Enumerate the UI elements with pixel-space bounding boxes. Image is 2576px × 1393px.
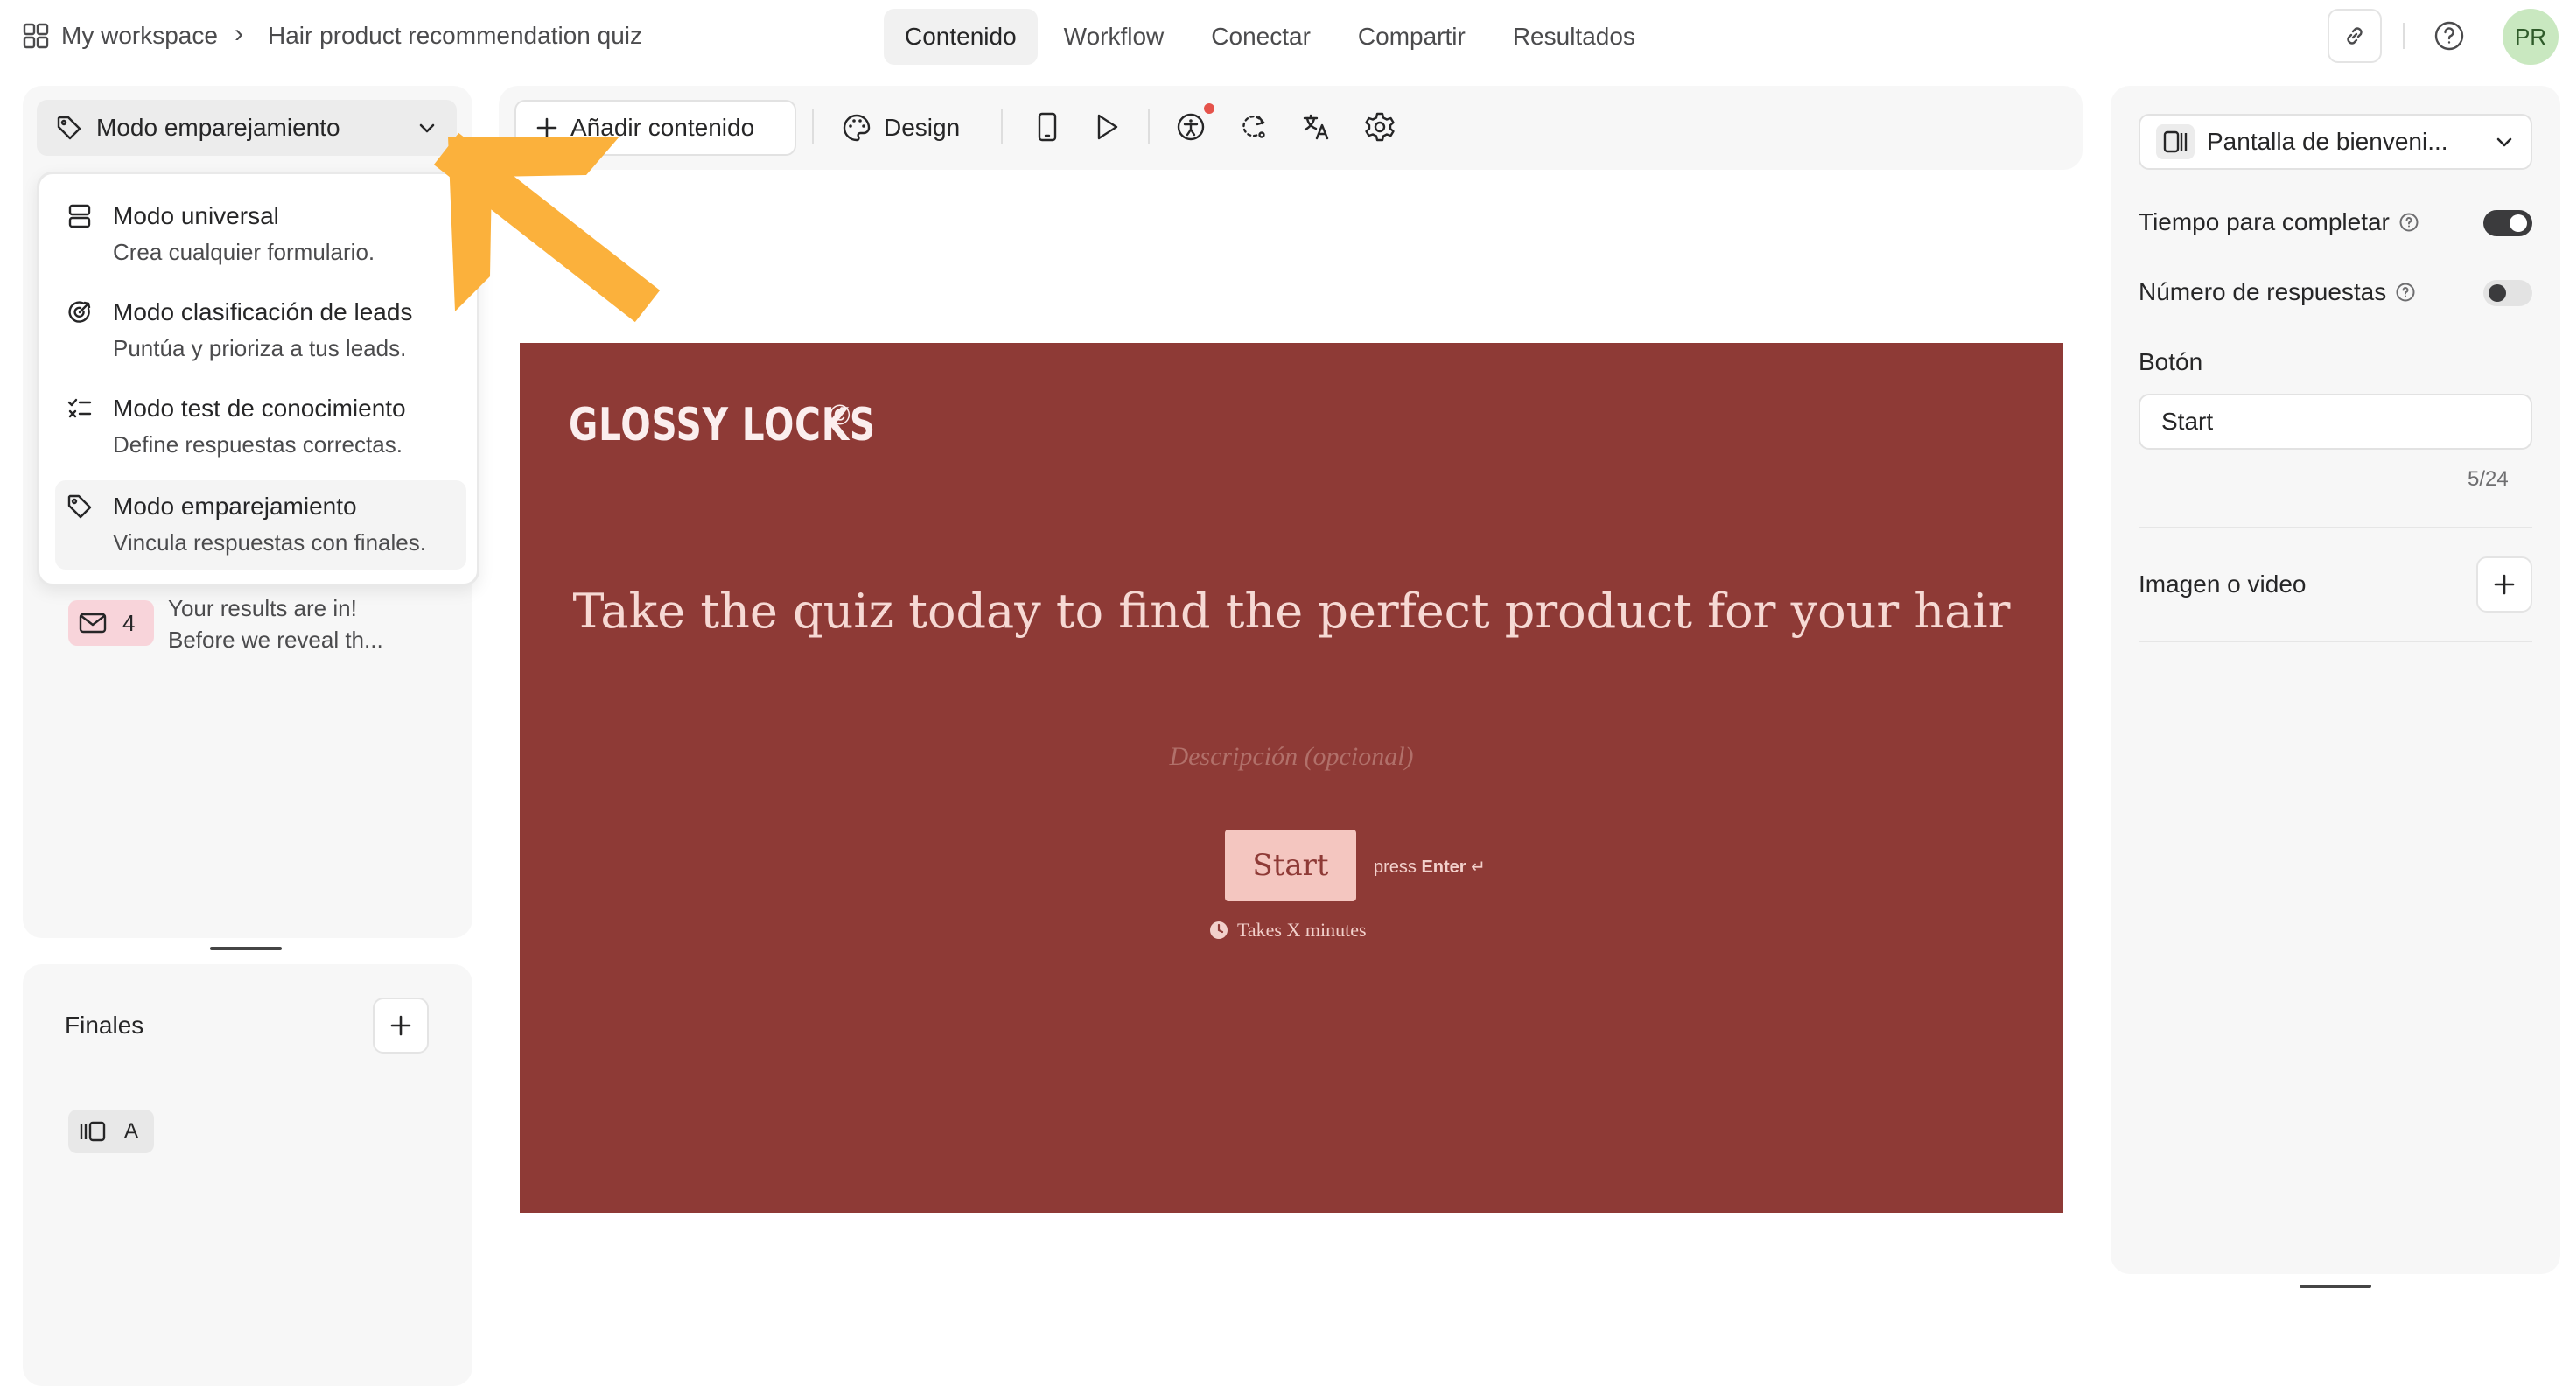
tab-resultados[interactable]: Resultados (1492, 9, 1656, 65)
mode-selector[interactable]: Modo emparejamiento (37, 100, 457, 156)
welcome-screen-preview[interactable] (520, 343, 2063, 1213)
screen-type-label: Pantalla de bienveni... (2207, 128, 2448, 155)
mode-option-subtitle: Puntúa y prioriza a tus leads. (113, 335, 407, 361)
time-to-complete-label: Tiempo para completar (2138, 208, 2390, 235)
press-enter-hint: press Enter ↵ (1374, 858, 1486, 877)
chevron-down-icon (2494, 131, 2515, 152)
mode-option-subtitle: Crea cualquier formulario. (113, 239, 375, 265)
time-to-complete-row: Tiempo para completar (2138, 208, 2419, 236)
stacked-rows-icon (66, 202, 94, 230)
section-divider (2138, 640, 2532, 642)
target-icon (66, 298, 94, 326)
toolbar-divider (812, 108, 814, 144)
tab-contenido[interactable]: Contenido (884, 9, 1038, 65)
top-bar: My workspace › Hair product recommendati… (0, 0, 2576, 74)
endings-title: Finales (65, 1012, 144, 1039)
toggle-knob (2510, 214, 2527, 232)
checklist-icon (66, 395, 94, 423)
settings-panel (2110, 86, 2560, 1274)
info-icon[interactable] (2395, 282, 2416, 303)
tab-conectar[interactable]: Conectar (1190, 9, 1332, 65)
toggle-knob (2488, 284, 2506, 302)
toolbar-divider (1001, 108, 1003, 144)
accessibility-icon[interactable] (1172, 108, 1209, 145)
time-to-complete-toggle[interactable] (2483, 210, 2532, 236)
user-avatar[interactable]: PR (2502, 9, 2558, 65)
add-media-button[interactable] (2476, 556, 2532, 612)
response-count-label: Número de respuestas (2138, 278, 2387, 305)
gear-icon[interactable] (1362, 108, 1398, 145)
clock-icon (1209, 920, 1228, 940)
panel-resize-handle[interactable] (210, 947, 282, 950)
info-icon[interactable] (2398, 212, 2419, 233)
plus-icon (2492, 572, 2516, 597)
toolbar-divider (1148, 108, 1150, 144)
character-counter: 5/24 (2468, 467, 2509, 491)
play-icon[interactable] (1088, 108, 1125, 145)
notification-dot (1204, 103, 1214, 114)
mode-option-subtitle: Define respuestas correctas. (113, 431, 402, 458)
question-number: 4 (122, 609, 136, 636)
mode-option-matching[interactable]: Modo emparejamiento Vincula respuestas c… (55, 480, 466, 570)
help-icon[interactable] (2429, 16, 2469, 56)
ending-screen-icon (79, 1120, 107, 1143)
mode-selector-label: Modo emparejamiento (96, 114, 340, 141)
translate-icon[interactable] (1298, 108, 1335, 145)
mode-option-knowledge-test[interactable]: Modo test de conocimiento Define respues… (55, 382, 466, 472)
section-divider (2138, 527, 2532, 528)
breadcrumb-separator: › (234, 19, 243, 48)
response-count-row: Número de respuestas (2138, 278, 2416, 306)
start-button[interactable]: Start (1225, 830, 1356, 901)
design-label: Design (884, 114, 961, 141)
panel-resize-handle[interactable] (2300, 1284, 2371, 1288)
palette-icon (842, 113, 872, 143)
logic-loop-icon[interactable] (1236, 108, 1272, 145)
response-count-toggle[interactable] (2483, 280, 2532, 306)
workspace-grid-icon[interactable] (23, 23, 49, 49)
mode-option-lead-scoring[interactable]: Modo clasificación de leads Puntúa y pri… (55, 286, 466, 375)
link-icon (2342, 23, 2368, 49)
screen-type-select[interactable]: Pantalla de bienveni... (2138, 114, 2532, 170)
tag-icon (66, 493, 94, 521)
mode-option-title: Modo universal (113, 202, 279, 229)
question-badge[interactable]: 4 (68, 600, 154, 646)
mail-icon (79, 612, 107, 634)
main-tabs: Contenido Workflow Conectar Compartir Re… (884, 9, 1656, 65)
media-label: Imagen o video (2138, 570, 2306, 598)
breadcrumb-form-name[interactable]: Hair product recommendation quiz (268, 22, 642, 50)
time-estimate-text: Takes X minutes (1237, 919, 1367, 941)
mode-dropdown-menu: Modo universal Crea cualquier formulario… (37, 172, 480, 586)
add-ending-button[interactable] (373, 998, 429, 1054)
design-button[interactable]: Design (842, 100, 960, 156)
mobile-preview-icon[interactable] (1029, 108, 1066, 145)
tab-compartir[interactable]: Compartir (1337, 9, 1487, 65)
tab-workflow[interactable]: Workflow (1043, 9, 1186, 65)
top-divider (2403, 23, 2404, 49)
breadcrumb-workspace[interactable]: My workspace (61, 22, 218, 50)
mode-option-subtitle: Vincula respuestas con finales. (113, 529, 426, 556)
copyright-mark: © (830, 399, 850, 430)
question-title[interactable]: Your results are in! (168, 595, 357, 622)
welcome-headline[interactable]: Take the quiz today to find the perfect … (520, 578, 2063, 646)
description-placeholder[interactable]: Descripción (opcional) (520, 742, 2063, 772)
question-subtitle: Before we reveal th... (168, 626, 383, 653)
mode-option-title: Modo test de conocimiento (113, 395, 406, 422)
plus-icon (388, 1013, 413, 1038)
mode-option-universal[interactable]: Modo universal Crea cualquier formulario… (55, 190, 466, 279)
time-estimate: Takes X minutes (1209, 919, 1367, 942)
button-text-input[interactable] (2138, 394, 2532, 450)
ending-label: A (124, 1119, 139, 1143)
welcome-screen-icon (2156, 124, 2194, 159)
copy-link-button[interactable] (2328, 9, 2382, 63)
annotation-arrow (433, 132, 661, 323)
button-text-label: Botón (2138, 348, 2203, 375)
ending-item[interactable]: A (68, 1110, 154, 1153)
mode-option-title: Modo clasificación de leads (113, 298, 413, 326)
mode-option-title: Modo emparejamiento (113, 493, 357, 520)
tag-icon (56, 115, 82, 141)
